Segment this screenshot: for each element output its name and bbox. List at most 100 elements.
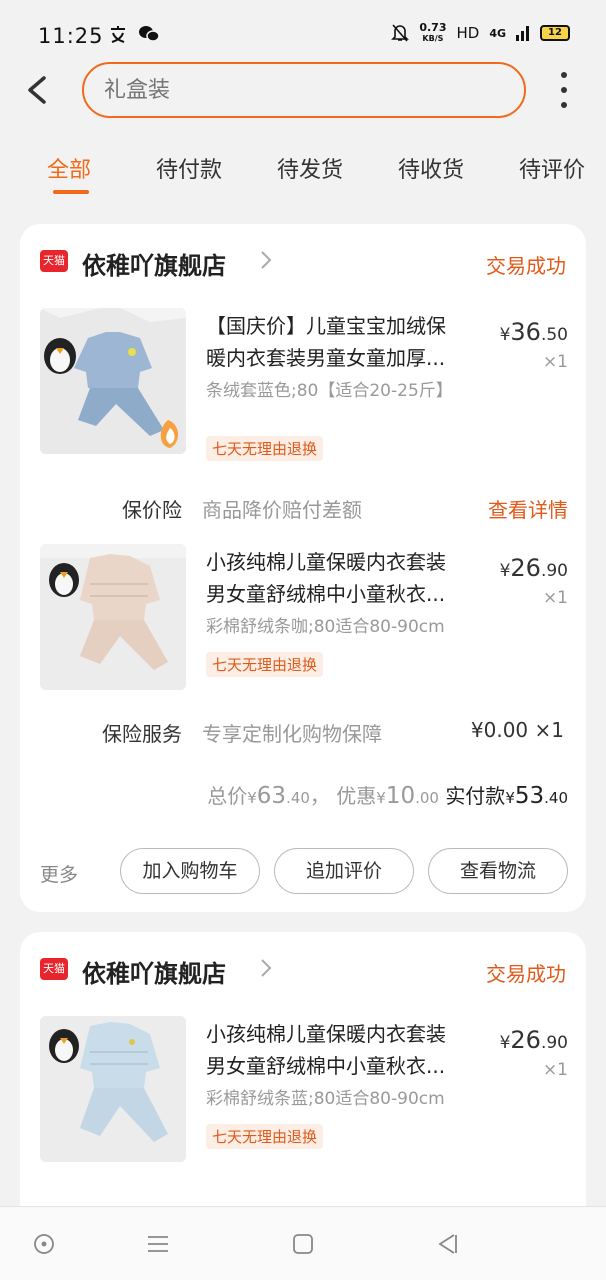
product-thumbnail[interactable] bbox=[40, 308, 186, 454]
paid-dec: .40 bbox=[544, 789, 568, 807]
discount-dec: .00 bbox=[415, 789, 439, 807]
network-speed: 0.73 KB/S bbox=[419, 22, 446, 44]
total-int: 63 bbox=[256, 783, 287, 809]
discount-label: 优惠 bbox=[336, 784, 377, 808]
more-options-button[interactable] bbox=[552, 72, 576, 108]
product-price: ¥36.50 bbox=[500, 318, 568, 346]
product-thumbnail[interactable] bbox=[40, 544, 186, 690]
product-title[interactable]: 小孩纯棉儿童保暖内衣套装 男女童舒绒棉中小童秋衣... bbox=[206, 1018, 476, 1082]
status-right-group: 0.73 KB/S HD 4G 12 bbox=[391, 22, 570, 44]
tab-active-indicator bbox=[53, 190, 89, 194]
product-thumbnail[interactable] bbox=[40, 1016, 186, 1162]
shop-row[interactable]: 天猫 依稚吖旗舰店 交易成功 bbox=[20, 932, 586, 1008]
wechat-icon bbox=[139, 26, 160, 42]
tab-pending-review[interactable]: 待评价 bbox=[519, 152, 585, 184]
add-to-cart-button[interactable]: 加入购物车 bbox=[120, 848, 260, 894]
add-review-button[interactable]: 追加评价 bbox=[274, 848, 414, 894]
price-int: 26 bbox=[510, 554, 541, 582]
insurance-label: 保险服务 bbox=[102, 722, 182, 746]
bell-off-icon bbox=[391, 24, 410, 42]
price-dec: .90 bbox=[540, 561, 568, 581]
total-label: 总价 bbox=[207, 784, 248, 808]
total-dec: .40 bbox=[286, 789, 310, 807]
system-nav-bar bbox=[0, 1206, 606, 1280]
shop-name[interactable]: 依稚吖旗舰店 bbox=[82, 954, 226, 989]
discount-int: 10 bbox=[385, 783, 416, 809]
price-int: 26 bbox=[510, 1026, 541, 1054]
dot-icon bbox=[561, 102, 567, 108]
product-sku: 彩棉舒绒条蓝;80适合80-90cm bbox=[206, 1089, 445, 1109]
return-policy-badge: 七天无理由退换 bbox=[206, 1124, 324, 1149]
text-notification-icon bbox=[111, 26, 125, 43]
total-yen: ¥ bbox=[247, 789, 257, 807]
product-title-line2: 暖内衣套装男童女童加厚... bbox=[206, 346, 446, 370]
back-triangle-icon[interactable] bbox=[434, 1231, 460, 1257]
product-title[interactable]: 【国庆价】儿童宝宝加绒保 暖内衣套装男童女童加厚... bbox=[206, 310, 476, 374]
paid-label: 实付款 bbox=[445, 784, 506, 808]
order-tabs: 全部 待付款 待发货 待收货 待评价 bbox=[0, 142, 606, 202]
search-box[interactable] bbox=[82, 62, 526, 118]
tmall-icon: 天猫 bbox=[40, 958, 68, 980]
shop-row[interactable]: 天猫 依稚吖旗舰店 交易成功 bbox=[20, 224, 586, 300]
chevron-right-icon bbox=[261, 959, 272, 977]
paid-yen: ¥ bbox=[505, 789, 515, 807]
product-price: ¥26.90 bbox=[500, 554, 568, 582]
order-item[interactable]: 【国庆价】儿童宝宝加绒保 暖内衣套装男童女童加厚... 条绒套蓝色;80【适合2… bbox=[20, 308, 586, 461]
product-image bbox=[40, 1016, 186, 1162]
return-policy-badge: 七天无理由退换 bbox=[206, 652, 324, 677]
return-policy-badge: 七天无理由退换 bbox=[206, 436, 324, 461]
network-speed-unit: KB/S bbox=[422, 34, 444, 43]
view-logistics-button[interactable]: 查看物流 bbox=[428, 848, 568, 894]
product-sku: 彩棉舒绒条咖;80适合80-90cm bbox=[206, 617, 445, 637]
insurance-row[interactable]: 保险服务 专享定制化购物保障 ¥0.00 ×1 bbox=[20, 718, 586, 758]
price-protection-desc: 商品降价赔付差额 bbox=[202, 498, 362, 522]
price-symbol: ¥ bbox=[499, 325, 511, 345]
product-title[interactable]: 小孩纯棉儿童保暖内衣套装 男女童舒绒棉中小童秋衣... bbox=[206, 546, 476, 610]
network-type: 4G bbox=[489, 26, 506, 40]
price-protection-label: 保价险 bbox=[122, 498, 182, 522]
menu-icon[interactable] bbox=[145, 1231, 171, 1257]
insurance-desc: 专享定制化购物保障 bbox=[202, 722, 382, 746]
price-symbol: ¥ bbox=[499, 561, 511, 581]
price-dec: .50 bbox=[540, 325, 568, 345]
product-quantity: ×1 bbox=[542, 352, 568, 372]
order-total: 总价¥63.40， 优惠¥10.00 实付款¥53.40 bbox=[207, 780, 568, 809]
order-card: 天猫 依稚吖旗舰店 交易成功 【国庆价】儿童宝宝加绒保 暖内衣套装男童女童加厚.… bbox=[20, 224, 586, 912]
product-sku: 条绒套蓝色;80【适合20-25斤】 bbox=[206, 381, 453, 401]
network-speed-value: 0.73 bbox=[419, 21, 447, 34]
price-protection-row[interactable]: 保价险 商品降价赔付差额 查看详情 bbox=[20, 494, 586, 534]
order-status: 交易成功 bbox=[486, 962, 566, 986]
insurance-price: ¥0.00 ×1 bbox=[470, 718, 564, 742]
shop-name[interactable]: 依稚吖旗舰店 bbox=[82, 246, 226, 281]
search-header bbox=[0, 60, 606, 122]
order-item[interactable]: 小孩纯棉儿童保暖内衣套装 男女童舒绒棉中小童秋衣... 彩棉舒绒条蓝;80适合8… bbox=[20, 1016, 586, 1166]
product-image bbox=[40, 544, 186, 690]
back-button[interactable] bbox=[20, 70, 60, 110]
order-actions: 更多 加入购物车 追加评价 查看物流 bbox=[20, 846, 586, 896]
status-notification-icons bbox=[108, 24, 160, 44]
chevron-left-icon bbox=[28, 76, 46, 104]
discount-yen: ¥ bbox=[376, 789, 386, 807]
tab-pending-payment[interactable]: 待付款 bbox=[156, 152, 222, 184]
order-item[interactable]: 小孩纯棉儿童保暖内衣套装 男女童舒绒棉中小童秋衣... 彩棉舒绒条咖;80适合8… bbox=[20, 544, 586, 694]
status-time: 11:25 bbox=[38, 24, 104, 48]
battery-icon: 12 bbox=[540, 25, 570, 41]
product-image bbox=[40, 308, 186, 454]
status-bar: 11:25 0.73 KB/S HD 4G 12 bbox=[0, 0, 606, 62]
view-details-link[interactable]: 查看详情 bbox=[488, 494, 568, 523]
chevron-right-icon bbox=[261, 251, 272, 269]
tab-pending-receipt[interactable]: 待收货 bbox=[398, 152, 464, 184]
tab-all[interactable]: 全部 bbox=[47, 152, 91, 184]
tab-pending-shipment[interactable]: 待发货 bbox=[277, 152, 343, 184]
hd-label: HD bbox=[456, 24, 480, 42]
paid-int: 53 bbox=[514, 783, 545, 809]
search-input[interactable] bbox=[84, 64, 524, 116]
more-actions-link[interactable]: 更多 bbox=[40, 860, 78, 887]
product-title-line1: 小孩纯棉儿童保暖内衣套装 bbox=[206, 550, 446, 574]
product-title-line2: 男女童舒绒棉中小童秋衣... bbox=[206, 582, 446, 606]
home-square-icon[interactable] bbox=[290, 1231, 316, 1257]
assistant-circle-icon[interactable] bbox=[31, 1231, 57, 1257]
order-card: 天猫 依稚吖旗舰店 交易成功 小孩纯棉儿童保暖内衣套装 男女童舒绒棉中小童秋衣.… bbox=[20, 932, 586, 1232]
order-status: 交易成功 bbox=[486, 254, 566, 278]
product-title-line2: 男女童舒绒棉中小童秋衣... bbox=[206, 1054, 446, 1078]
